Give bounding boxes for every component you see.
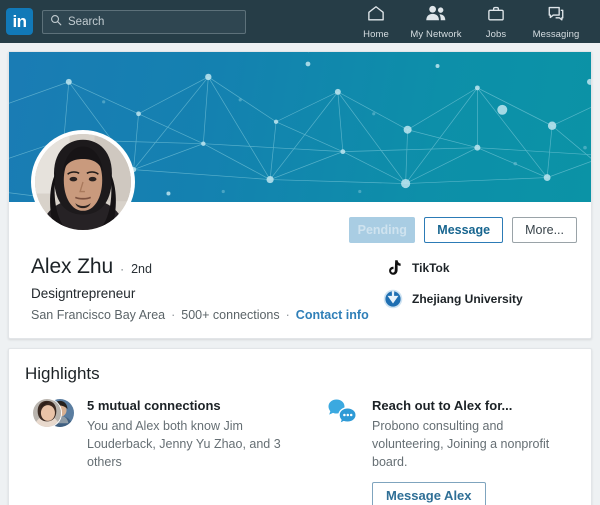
- profile-name-row: Alex Zhu · 2nd: [31, 255, 377, 279]
- profile-meta: San Francisco Bay Area · 500+ connection…: [31, 308, 377, 322]
- mutual-connections-body: 5 mutual connections You and Alex both k…: [87, 398, 313, 505]
- highlight-reach-out: Reach out to Alex for... Probono consult…: [327, 398, 575, 505]
- briefcase-icon: [486, 4, 506, 28]
- reach-out-text: Probono consulting and volunteering, Joi…: [372, 419, 550, 470]
- highlights-grid: 5 mutual connections You and Alex both k…: [25, 398, 575, 505]
- search-input[interactable]: Search: [42, 9, 246, 34]
- profile-organizations: TikTok Zhejiang University: [377, 255, 577, 322]
- tiktok-icon: [383, 258, 403, 278]
- home-icon: [366, 4, 386, 28]
- identity-section: Pending Message More... Alex Zhu · 2nd D…: [9, 130, 591, 338]
- nav-item-my-network[interactable]: My Network: [406, 4, 466, 40]
- highlight-mutual-connections[interactable]: 5 mutual connections You and Alex both k…: [25, 398, 313, 505]
- top-navigation-bar: in Search Home My Network Jobs Messaging: [0, 0, 600, 43]
- reach-out-heading: Reach out to Alex for...: [372, 398, 513, 413]
- reach-out-body: Reach out to Alex for... Probono consult…: [372, 398, 575, 505]
- nav-item-messaging[interactable]: Messaging: [526, 4, 586, 40]
- organization-name-company: TikTok: [412, 261, 450, 275]
- linkedin-logo[interactable]: in: [6, 8, 33, 35]
- more-button[interactable]: More...: [512, 217, 577, 243]
- organization-name-school: Zhejiang University: [412, 292, 523, 306]
- zhejiang-university-icon: [383, 289, 403, 309]
- messaging-icon: [546, 4, 566, 28]
- profile-page: Pending Message More... Alex Zhu · 2nd D…: [0, 43, 600, 505]
- avatar: [32, 398, 62, 428]
- pending-button[interactable]: Pending: [349, 217, 416, 243]
- meta-separator-2: ·: [285, 308, 290, 322]
- message-alex-button[interactable]: Message Alex: [372, 482, 486, 505]
- nav-item-my-network-label: My Network: [410, 28, 462, 40]
- message-button[interactable]: Message: [424, 217, 504, 243]
- highlights-title: Highlights: [25, 364, 100, 383]
- page-title: Alex Zhu: [31, 255, 114, 278]
- connection-degree-badge: 2nd: [131, 262, 152, 276]
- profile-info-left: Alex Zhu · 2nd Designtrepreneur San Fran…: [23, 255, 377, 322]
- highlights-card: Highlights 5 mutual connections You and …: [8, 348, 592, 505]
- people-icon: [425, 4, 447, 28]
- connections-count[interactable]: 500+ connections: [181, 308, 279, 322]
- profile-headline: Designtrepreneur: [31, 286, 136, 301]
- avatar[interactable]: [31, 130, 135, 234]
- nav-item-home-label: Home: [363, 28, 389, 40]
- profile-info: Alex Zhu · 2nd Designtrepreneur San Fran…: [23, 255, 577, 322]
- nav-item-jobs-label: Jobs: [485, 28, 507, 40]
- search-icon: [50, 13, 62, 31]
- speech-bubbles-icon: [327, 398, 361, 505]
- name-separator: ·: [120, 262, 125, 276]
- nav-item-home[interactable]: Home: [346, 4, 406, 40]
- nav-item-messaging-label: Messaging: [532, 28, 580, 40]
- profile-card: Pending Message More... Alex Zhu · 2nd D…: [8, 51, 592, 339]
- nav-items: Home My Network Jobs Messaging: [346, 4, 590, 40]
- mutual-connections-text: You and Alex both know Jim Louderback, J…: [87, 419, 281, 470]
- meta-separator-1: ·: [171, 308, 176, 322]
- search-placeholder: Search: [68, 15, 105, 28]
- contact-info-link[interactable]: Contact info: [296, 308, 369, 322]
- mutual-connection-avatars: [32, 398, 76, 436]
- profile-location: San Francisco Bay Area: [31, 308, 166, 322]
- nav-item-jobs[interactable]: Jobs: [466, 4, 526, 40]
- organization-row-school[interactable]: Zhejiang University: [383, 289, 577, 309]
- mutual-connections-heading: 5 mutual connections: [87, 398, 221, 413]
- organization-row-company[interactable]: TikTok: [383, 258, 577, 278]
- avatar-photo: [35, 134, 131, 230]
